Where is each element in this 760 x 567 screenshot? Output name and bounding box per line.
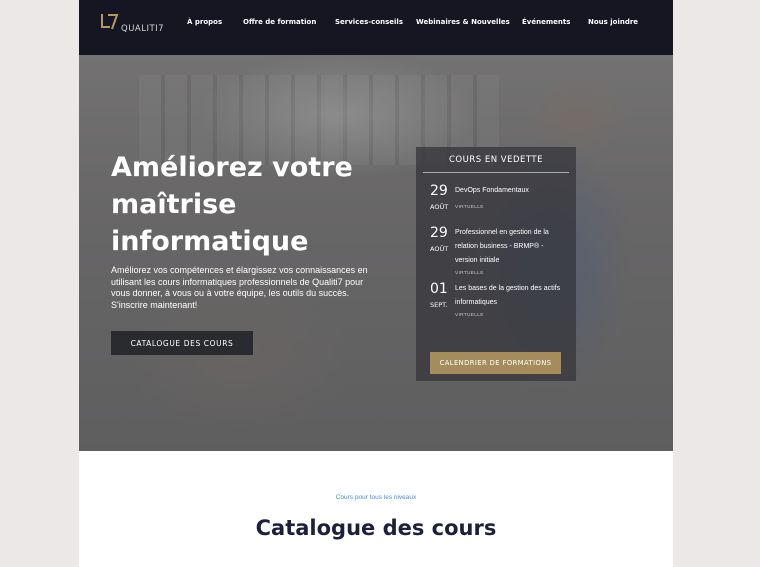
nav-item-services-conseils[interactable]: Services-conseils xyxy=(335,18,403,26)
course-mode: VIRTUELLE xyxy=(455,271,484,276)
course-day: 29 xyxy=(430,183,448,199)
nav-item-webinaires-nouvelles[interactable]: Webinaires & Nouvelles xyxy=(416,18,510,26)
course-month: AOÛT xyxy=(430,245,449,253)
course-catalog-button[interactable]: CATALOGUE DES COURS xyxy=(111,331,253,355)
training-calendar-button[interactable]: CALENDRIER DE FORMATIONS xyxy=(430,352,561,374)
section-kicker: Cours pour tous les niveaux xyxy=(335,494,417,501)
section-title: Catalogue des cours xyxy=(255,516,497,540)
course-month: AOÛT xyxy=(430,203,449,211)
featured-courses-panel: COURS EN VEDETTE 29 AOÛT DevOps Fondamen… xyxy=(416,147,576,381)
hero-description: Améliorez vos compétences et élargissez … xyxy=(111,265,368,310)
course-day: 29 xyxy=(430,225,448,241)
divider xyxy=(423,172,569,173)
course-mode: VIRTUELLE xyxy=(455,205,484,210)
course-name[interactable]: Professionnel en gestion de la relation … xyxy=(455,226,565,268)
site-header: QUALITI7 À propos Offre de formation Ser… xyxy=(79,0,673,55)
course-name[interactable]: Les bases de la gestion des actifs infor… xyxy=(455,282,565,310)
nav-item-evenements[interactable]: Événements xyxy=(522,18,570,26)
logo-mark-icon xyxy=(101,14,119,30)
nav-item-offre-de-formation[interactable]: Offre de formation xyxy=(243,18,316,26)
hero-title: Améliorez votre maîtrise informatique xyxy=(111,152,353,257)
nav-item-a-propos[interactable]: À propos xyxy=(187,18,222,26)
hero-banner: Améliorez votre maîtrise informatique Am… xyxy=(79,55,673,451)
logo-wordmark: QUALITI7 xyxy=(121,24,165,34)
page: QUALITI7 À propos Offre de formation Ser… xyxy=(79,0,673,567)
course-mode: VIRTUELLE xyxy=(455,313,484,318)
course-name[interactable]: DevOps Fondamentaux xyxy=(455,184,565,198)
qualiti7-logo[interactable]: QUALITI7 xyxy=(99,12,165,40)
course-month: SEPT. xyxy=(430,301,448,309)
nav-item-nous-joindre[interactable]: Nous joindre xyxy=(588,18,638,26)
course-day: 01 xyxy=(430,281,448,297)
featured-courses-title: COURS EN VEDETTE xyxy=(449,155,543,165)
